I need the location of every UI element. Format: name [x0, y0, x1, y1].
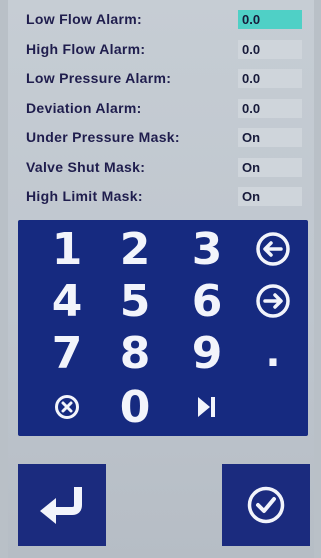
clear-key[interactable]	[34, 382, 100, 432]
confirm-button[interactable]	[222, 464, 310, 546]
clear-circle-icon	[55, 395, 79, 419]
setting-label: Valve Shut Mask:	[26, 158, 146, 175]
key-1[interactable]: 1	[34, 224, 100, 275]
key-5[interactable]: 5	[102, 276, 168, 327]
setting-row-high-limit-mask[interactable]: High Limit Mask: On	[8, 183, 314, 213]
setting-value-field[interactable]: 0.0	[238, 69, 302, 88]
setting-label: High Flow Alarm:	[26, 40, 146, 57]
skip-next-icon	[198, 397, 215, 417]
key-8[interactable]: 8	[102, 328, 168, 379]
setting-value-field[interactable]: On	[238, 187, 302, 206]
setting-value-field[interactable]: 0.0	[238, 39, 302, 59]
return-arrow-icon	[40, 487, 82, 524]
setting-label: Low Flow Alarm:	[26, 11, 142, 27]
setting-label: High Limit Mask:	[26, 188, 143, 204]
setting-row-low-flow-alarm[interactable]: Low Flow Alarm: 0.0	[8, 6, 314, 36]
setting-row-low-pressure-alarm[interactable]: Low Pressure Alarm: 0.0	[8, 65, 314, 95]
key-2[interactable]: 2	[102, 224, 168, 275]
backspace-key[interactable]	[240, 224, 306, 274]
key-6[interactable]: 6	[174, 276, 240, 327]
next-field-key[interactable]	[174, 382, 240, 432]
setting-row-deviation-alarm[interactable]: Deviation Alarm: 0.0	[8, 95, 314, 125]
decimal-key[interactable]: .	[240, 328, 306, 378]
forward-key[interactable]	[240, 276, 306, 326]
enter-button[interactable]	[18, 464, 106, 546]
setting-value-field[interactable]: 0.0	[238, 98, 302, 118]
key-9[interactable]: 9	[174, 328, 240, 379]
arrow-left-circle-icon	[256, 232, 290, 266]
check-circle-icon	[247, 486, 285, 524]
key-4[interactable]: 4	[34, 276, 100, 327]
settings-list: Low Flow Alarm: 0.0 High Flow Alarm: 0.0…	[8, 6, 314, 213]
setting-row-valve-shut-mask[interactable]: Valve Shut Mask: On	[8, 154, 314, 184]
setting-label: Low Pressure Alarm:	[26, 70, 172, 86]
setting-label: Under Pressure Mask:	[26, 129, 180, 145]
setting-value-field[interactable]: On	[238, 157, 302, 177]
setting-value-field[interactable]: 0.0	[238, 10, 302, 29]
setting-row-under-pressure-mask[interactable]: Under Pressure Mask: On	[8, 124, 314, 154]
key-3[interactable]: 3	[174, 224, 240, 275]
setting-label: Deviation Alarm:	[26, 99, 142, 116]
settings-screen: Low Flow Alarm: 0.0 High Flow Alarm: 0.0…	[8, 0, 314, 558]
setting-value-field[interactable]: On	[238, 128, 302, 147]
key-0[interactable]: 0	[102, 382, 168, 433]
setting-row-high-flow-alarm[interactable]: High Flow Alarm: 0.0	[8, 36, 314, 66]
arrow-right-circle-icon	[256, 284, 290, 318]
key-7[interactable]: 7	[34, 328, 100, 379]
numeric-keypad: 1 2 3 4 5 6 7 8 9 . 0	[18, 220, 308, 436]
